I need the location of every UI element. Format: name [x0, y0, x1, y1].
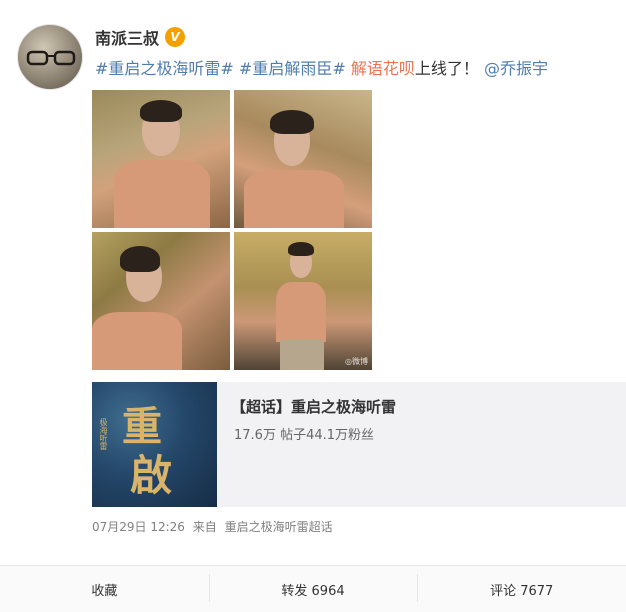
glasses-icon [26, 50, 76, 66]
topic-cover-image: 极海听雷 重 啟 [92, 382, 217, 507]
cover-glyph: 啟 [130, 451, 173, 500]
photo-thumbnail[interactable] [92, 232, 230, 370]
photo-thumbnail[interactable] [92, 90, 230, 228]
author-name[interactable]: 南派三叔 [95, 25, 159, 49]
photo-thumbnail[interactable] [234, 90, 372, 228]
photo-watermark: ◎微博 [345, 357, 368, 366]
highlight-link[interactable]: 解语花呗 [351, 59, 415, 78]
post-text: #重启之极海听雷# #重启解雨臣# 解语花呗上线了！ @乔振宇 [95, 58, 548, 80]
topic-card-stats: 17.6万 帖子44.1万粉丝 [234, 428, 375, 443]
post-meta: 07月29日 12:26 来自 重启之极海听雷超话 [92, 518, 337, 535]
timestamp[interactable]: 07月29日 12:26 [92, 520, 185, 534]
author-row: 南派三叔 V [95, 25, 186, 49]
hashtag-link[interactable]: #重启之极海听雷# [95, 59, 234, 78]
favorite-button[interactable]: 收藏 [0, 580, 209, 599]
source-link[interactable]: 重启之极海听雷超话 [225, 520, 333, 534]
topic-card-title[interactable]: 【超话】重启之极海听雷 [231, 396, 396, 417]
comment-button[interactable]: 评论 7677 [417, 573, 626, 602]
repost-button[interactable]: 转发 6964 [208, 573, 418, 602]
mention-link[interactable]: @乔振宇 [484, 59, 548, 78]
cover-vertical-text: 极海听雷 [99, 418, 108, 450]
verified-badge-icon: V [165, 27, 186, 47]
topic-card[interactable]: 极海听雷 重 啟 【超话】重启之极海听雷 17.6万 帖子44.1万粉丝 [92, 382, 626, 507]
action-bar: 收藏 转发 6964 评论 7677 [0, 565, 626, 612]
source-prefix: 来自 [192, 520, 217, 534]
post-plain-text: 上线了！ [414, 59, 479, 78]
photo-grid: ◎微博 [92, 90, 374, 370]
avatar[interactable] [17, 24, 83, 90]
hashtag-link[interactable]: #重启解雨臣# [239, 59, 346, 78]
photo-thumbnail[interactable]: ◎微博 [234, 232, 372, 370]
